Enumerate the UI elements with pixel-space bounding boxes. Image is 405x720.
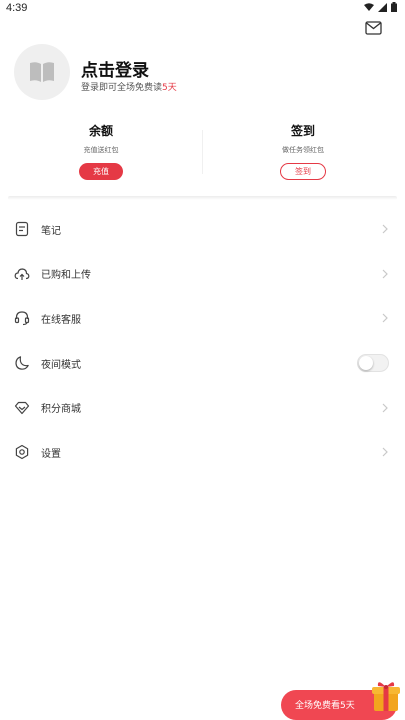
menu-item-label: 积分商城 (41, 404, 81, 416)
account-cards: 余额 充值送红包 充值 签到 做任务领红包 签到 (0, 114, 405, 200)
menu-item-label: 夜间模式 (41, 359, 81, 371)
cards-divider (202, 130, 203, 174)
promo-label: 全场免费看5天 (295, 701, 355, 711)
note-icon (15, 222, 29, 237)
menu-item-label: 设置 (41, 448, 61, 460)
chevron-right-icon (382, 314, 388, 323)
night-mode-toggle[interactable] (357, 354, 389, 373)
login-subtitle: 登录即可全场免费读5天 (81, 80, 177, 93)
diamond-icon (14, 401, 30, 414)
checkin-title: 签到 (290, 124, 315, 138)
login-subtitle-highlight: 5天 (162, 83, 177, 93)
mail-icon (365, 21, 382, 35)
chevron-right-icon (382, 224, 388, 234)
menu-item-label: 已购和上传 (41, 270, 91, 282)
menu-item-label: 在线客服 (41, 314, 81, 326)
chevron-right-icon (382, 269, 388, 279)
free-read-promo-button[interactable]: 全场免费看5天 (281, 682, 400, 720)
signal-icon (378, 2, 387, 12)
checkin-subtitle: 做任务领红包 (282, 146, 324, 154)
menu-item-purchased-uploads[interactable]: 已购和上传 (0, 252, 405, 297)
login-header[interactable]: 点击登录 登录即可全场免费读5天 (14, 44, 394, 108)
login-title[interactable]: 点击登录 (81, 56, 149, 81)
toggle-knob (359, 356, 373, 371)
checkin-card[interactable]: 签到 做任务领红包 签到 (218, 122, 388, 180)
cloud-upload-icon (14, 268, 30, 280)
moon-icon (15, 356, 29, 370)
menu-item-customer-service[interactable]: 在线客服 (0, 296, 405, 341)
balance-subtitle: 充值送红包 (83, 146, 119, 154)
battery-icon (391, 2, 397, 12)
status-bar: 4:39 (0, 0, 405, 16)
menu-item-points-mall[interactable]: 积分商城 (0, 385, 405, 430)
menu-item-settings[interactable]: 设置 (0, 430, 405, 475)
menu-item-notes[interactable]: 笔记 (0, 207, 405, 252)
status-icons (364, 2, 397, 12)
settings-menu: 笔记 已购和上传 在线客服 夜间模式 积分商城 设置 (0, 207, 405, 475)
balance-card[interactable]: 余额 充值送红包 充值 (16, 122, 186, 180)
chevron-right-icon (382, 403, 388, 413)
balance-title: 余额 (88, 124, 113, 138)
headset-icon (14, 311, 30, 326)
book-icon (30, 62, 54, 82)
checkin-button[interactable]: 签到 (280, 163, 326, 180)
settings-icon (15, 445, 29, 460)
login-subtitle-text: 登录即可全场免费读 (81, 83, 163, 93)
menu-item-night-mode: 夜间模式 (0, 341, 405, 386)
recharge-button[interactable]: 充值 (79, 163, 123, 180)
message-button[interactable] (365, 20, 383, 38)
chevron-right-icon (382, 447, 388, 457)
cards-shadow (8, 196, 397, 200)
avatar[interactable] (14, 44, 70, 100)
status-time: 4:39 (6, 2, 28, 14)
gift-box-icon (372, 682, 400, 711)
wifi-icon (364, 2, 374, 11)
menu-item-label: 笔记 (41, 225, 61, 237)
